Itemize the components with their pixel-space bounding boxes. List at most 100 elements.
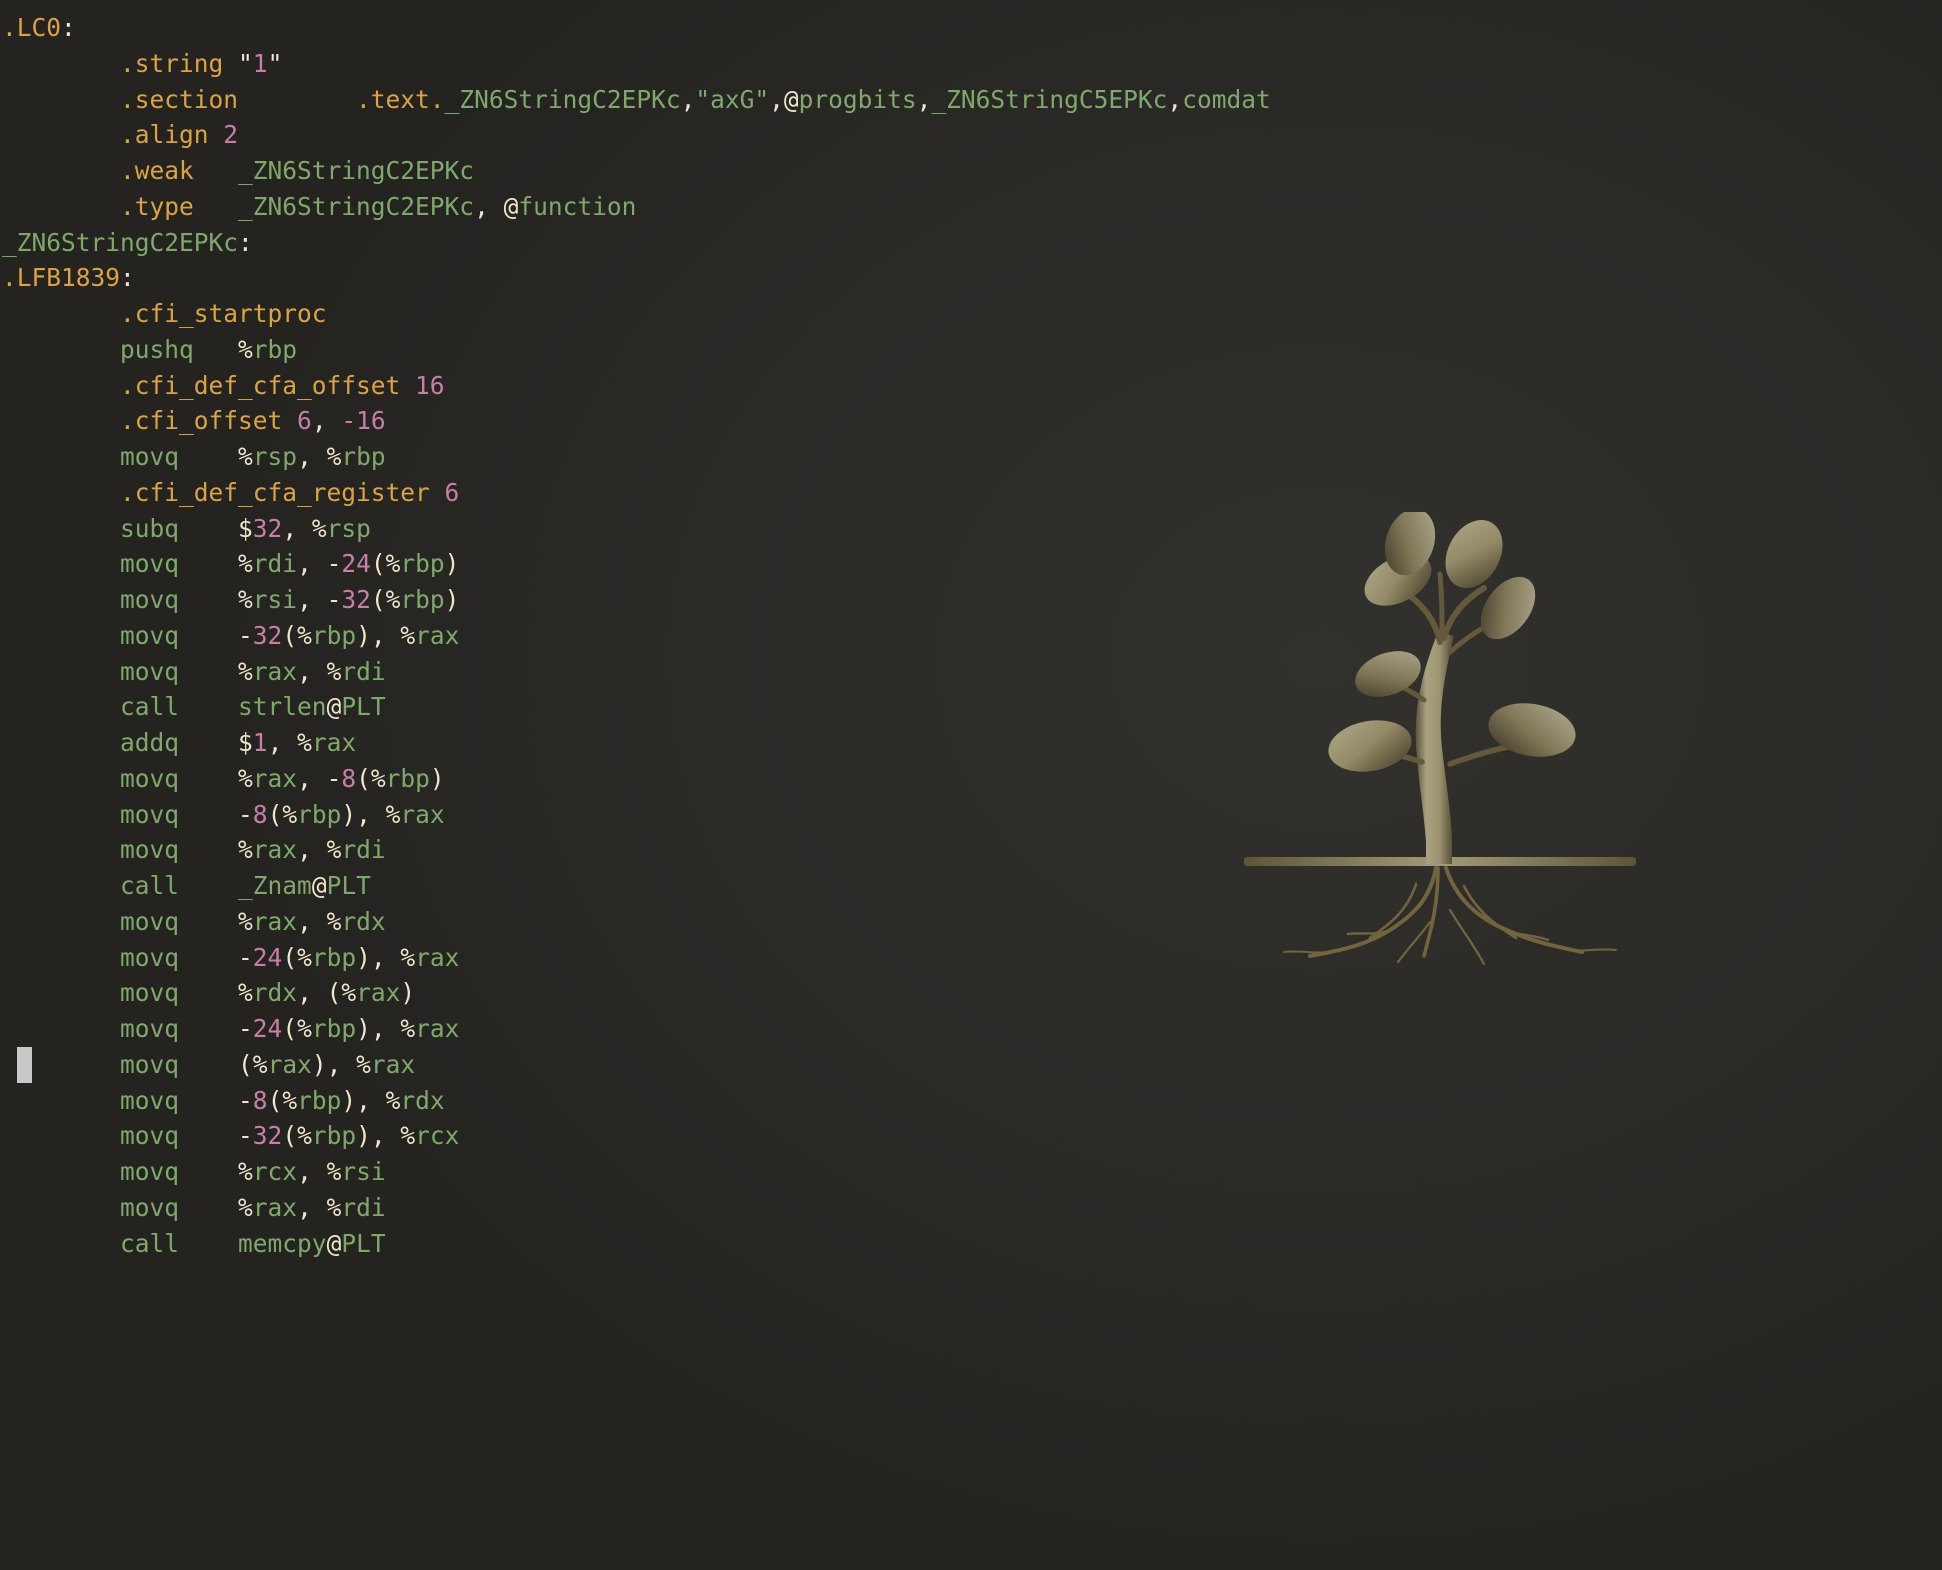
code-token: %	[179, 1192, 253, 1222]
code-token: , -	[297, 763, 342, 793]
terminal-screen[interactable]: .LC0: .string "1" .section .text._ZN6Str…	[0, 10, 1942, 1261]
code-token: 32	[341, 585, 371, 614]
code-line: movq %rax, %rdi	[2, 654, 1942, 690]
code-token: )	[444, 549, 460, 579]
code-token: movq	[120, 1192, 180, 1222]
code-line: movq %rax, %rdi	[2, 832, 1942, 868]
code-token: movq	[120, 942, 180, 972]
code-token: (%	[370, 585, 401, 614]
code-token: %	[179, 656, 253, 686]
code-token: 32	[252, 1121, 283, 1151]
code-token: rdi	[341, 1192, 386, 1222]
code-token: _Znam	[238, 871, 312, 900]
code-token: call	[120, 871, 180, 900]
code-line: movq %rsp, %rbp	[2, 439, 1942, 475]
code-token: rcx	[415, 1121, 460, 1151]
code-token: "axG"	[695, 84, 770, 114]
code-token: comdat	[1182, 84, 1271, 114]
code-token: -	[179, 799, 253, 829]
code-token: .align	[120, 120, 209, 150]
code-token: rdx	[341, 906, 386, 936]
code-token: (%	[356, 763, 386, 793]
code-token: rbp	[297, 1085, 342, 1115]
code-token: ), %	[356, 942, 416, 972]
code-token: $	[179, 728, 253, 757]
code-token: $	[179, 513, 253, 543]
code-token: %	[179, 763, 253, 793]
code-token: .section	[120, 84, 239, 114]
code-token: 8	[252, 799, 268, 829]
code-token: 8	[252, 1085, 268, 1115]
code-line: addq $1, %rax	[2, 725, 1942, 761]
code-token: , %	[297, 442, 342, 471]
code-token: rdi	[341, 835, 386, 865]
code-token: 6	[444, 477, 460, 507]
code-line: movq %rdi, -24(%rbp)	[2, 546, 1942, 582]
code-token: rsp	[252, 442, 298, 471]
code-token: rax	[252, 656, 298, 686]
code-token: ), %	[356, 1121, 416, 1151]
code-token: rax	[252, 835, 298, 865]
code-token: @	[326, 692, 342, 722]
code-token: rbp	[311, 942, 357, 972]
code-token: movq	[120, 442, 180, 471]
code-token: %	[179, 978, 253, 1008]
code-token: movq	[120, 1085, 180, 1115]
code-token: .weak	[120, 156, 194, 185]
code-line: .cfi_offset 6, -16	[2, 403, 1942, 439]
code-token: movq	[120, 1049, 180, 1079]
code-line: call strlen@PLT	[2, 689, 1942, 725]
terminal-window[interactable]: .LC0: .string "1" .section .text._ZN6Str…	[0, 0, 1942, 1570]
code-line: movq -8(%rbp), %rdx	[2, 1083, 1942, 1119]
code-line: movq %rax, -8(%rbp)	[2, 761, 1942, 797]
code-token: rax	[252, 906, 298, 936]
code-token: , -	[297, 549, 342, 579]
code-token: rdx	[252, 978, 298, 1008]
code-token: )	[400, 978, 416, 1008]
code-token: .cfi_def_cfa_offset	[120, 370, 401, 400]
code-token: rax	[252, 763, 298, 793]
code-line: call _Znam@PLT	[2, 868, 1942, 904]
code-token: progbits	[798, 84, 917, 114]
code-token: (%	[267, 1085, 298, 1115]
code-line: subq $32, %rsp	[2, 511, 1942, 547]
text-cursor	[16, 1046, 32, 1083]
code-token: rax	[400, 799, 445, 829]
code-token: addq	[120, 728, 180, 757]
code-token: strlen	[238, 692, 327, 722]
code-token: , %	[282, 513, 327, 543]
code-token: rbp	[400, 549, 445, 579]
code-token: ,	[1167, 84, 1183, 114]
code-token: rsp	[326, 513, 371, 543]
code-token: ), %	[311, 1049, 371, 1079]
code-token: rbp	[311, 1121, 357, 1151]
code-line: .align 2	[2, 117, 1942, 153]
code-token: :	[120, 263, 135, 293]
code-line: movq -24(%rbp), %rax	[2, 1011, 1942, 1047]
code-token: movq	[120, 1014, 180, 1043]
code-token: _ZN6StringC5EPKc	[931, 84, 1168, 114]
code-token: rax	[370, 1049, 416, 1079]
code-line: .LC0:	[2, 10, 1942, 46]
code-token: :	[61, 13, 76, 42]
code-token: rbp	[341, 442, 386, 471]
code-line: .LFB1839:	[2, 260, 1942, 296]
code-line: movq %rsi, -32(%rbp)	[2, 582, 1942, 618]
code-token: %	[179, 549, 253, 579]
